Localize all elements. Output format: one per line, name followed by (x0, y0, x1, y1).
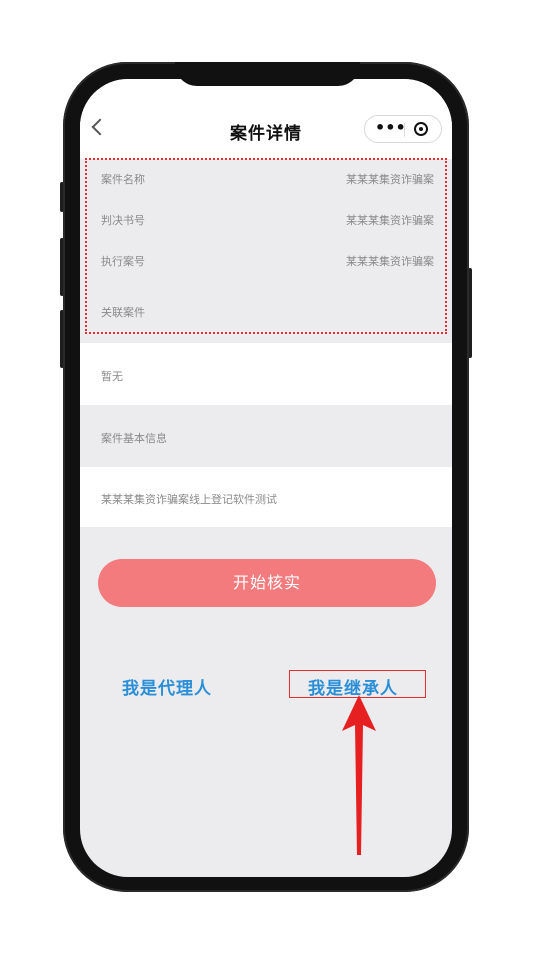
basic-info-value: 某某某集资诈骗案线上登记软件测试 (101, 493, 277, 506)
case-info-block: 案件名称 某某某集资诈骗案 判决书号 某某某集资诈骗案 执行案号 某某某集资诈骗… (80, 159, 452, 335)
more-dots-icon[interactable]: ••• (375, 119, 406, 137)
basic-info-value-row: 某某某集资诈骗案线上登记软件测试 (80, 467, 452, 527)
start-verify-button[interactable]: 开始核实 (98, 559, 436, 607)
case-name-row: 案件名称 某某某集资诈骗案 (80, 159, 452, 199)
case-name-value: 某某某集资诈骗案 (346, 173, 434, 186)
target-icon[interactable] (414, 122, 428, 136)
related-case-row: 关联案件 (80, 292, 452, 332)
related-case-value: 暂无 (101, 370, 123, 383)
basic-info-label: 案件基本信息 (101, 432, 167, 445)
annotation-arrow-icon (342, 695, 376, 855)
judgment-number-row: 判决书号 某某某集资诈骗案 (80, 200, 452, 240)
case-name-label: 案件名称 (101, 173, 145, 186)
capsule-divider (404, 123, 405, 137)
judgment-number-value: 某某某集资诈骗案 (346, 214, 434, 227)
related-case-value-row: 暂无 (80, 343, 452, 405)
execution-number-label: 执行案号 (101, 255, 145, 268)
basic-info-header-row: 案件基本信息 (80, 405, 452, 467)
phone-screen: 案件详情 ••• 案件名称 某某某集资诈骗案 判决书号 某某某集资诈骗案 执行案… (80, 79, 452, 877)
annotation-highlight-rect (289, 670, 426, 698)
agent-link[interactable]: 我是代理人 (122, 674, 212, 699)
mini-program-capsule[interactable]: ••• (364, 115, 442, 143)
related-case-label: 关联案件 (101, 306, 145, 319)
execution-number-row: 执行案号 某某某集资诈骗案 (80, 241, 452, 281)
navigation-bar: 案件详情 ••• (80, 79, 452, 159)
phone-notch (175, 62, 360, 86)
screenshot-stage: 案件详情 ••• 案件名称 某某某集资诈骗案 判决书号 某某某集资诈骗案 执行案… (0, 0, 539, 957)
execution-number-value: 某某某集资诈骗案 (346, 255, 434, 268)
judgment-number-label: 判决书号 (101, 214, 145, 227)
